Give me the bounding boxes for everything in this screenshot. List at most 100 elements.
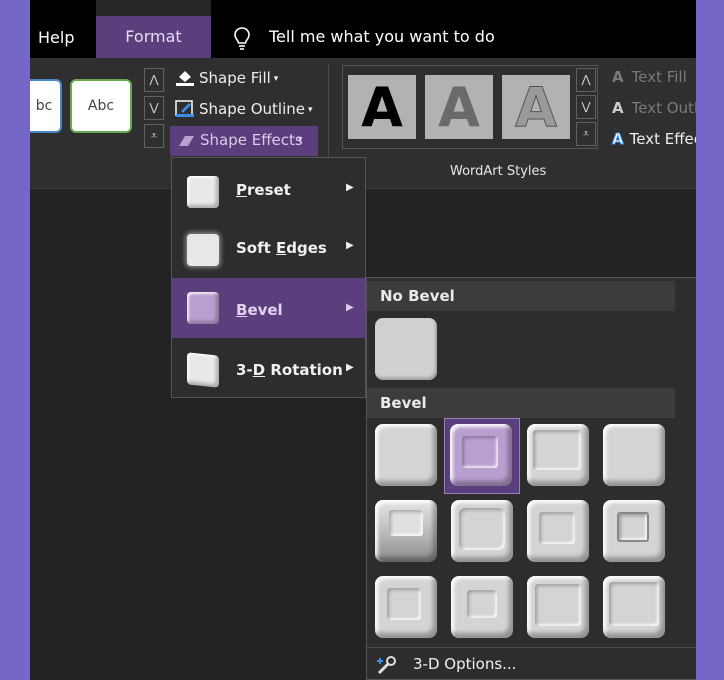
preset-icon (187, 176, 219, 208)
bevel-option-cool-slant[interactable] (603, 424, 665, 486)
caret-down-icon: ▾ (308, 105, 313, 115)
text-fill-button[interactable]: A Text Fill (612, 68, 687, 86)
text-fill-icon: A (612, 68, 624, 86)
caret-down-icon: ▾ (273, 74, 279, 84)
bevel-option-divot[interactable] (375, 576, 437, 638)
text-fill-label: Text Fill (631, 68, 687, 86)
bevel-header: Bevel (367, 388, 675, 418)
bevel-inner (459, 508, 505, 550)
styles-more-button[interactable]: ⩡ (144, 124, 164, 148)
caret-down-icon: ▾ (298, 135, 303, 145)
soft-edges-icon (187, 234, 219, 266)
label-rest: dges (286, 239, 327, 257)
shape-outline-button[interactable]: Shape Outline ▾ (175, 99, 313, 118)
ribbon-tab-bar: Help Format Tell me what you want to do (30, 0, 696, 58)
bevel-option-circle[interactable] (375, 424, 437, 486)
shape-fill-label: Shape Fill (199, 69, 271, 87)
bevel-inner (609, 582, 659, 626)
lightbulb-icon (234, 27, 250, 50)
text-effects-label: Text Effec (629, 130, 696, 148)
shape-effects-icon (179, 136, 194, 146)
3d-options-item[interactable]: 3-D Options... (375, 653, 689, 679)
chevron-up-icon: ⋀ (581, 73, 591, 86)
no-bevel-header: No Bevel (367, 281, 675, 311)
tab-help[interactable]: Help (38, 0, 74, 58)
shape-fill-button[interactable]: Shape Fill ▾ (175, 68, 278, 87)
wordart-style-gray[interactable]: A (425, 75, 493, 139)
bevel-option-riblet[interactable] (451, 576, 513, 638)
more-icon: ⩡ (582, 127, 590, 140)
wordart-letter: A (515, 75, 558, 139)
submenu-arrow-icon: ▶ (346, 240, 354, 251)
shape-style-preview-1[interactable]: bc (30, 79, 62, 133)
bevel-inner (535, 584, 581, 626)
bevel-option-angle[interactable] (375, 500, 437, 562)
accelerator-key: E (276, 239, 287, 257)
submenu-arrow-icon: ▶ (346, 182, 354, 193)
wordart-styles-group-label: WordArt Styles (450, 164, 547, 179)
bevel-option-slope[interactable] (603, 500, 665, 562)
bevel-option-relaxed-inset-selected[interactable] (444, 418, 520, 494)
menu-item-bevel[interactable]: Bevel ▶ (172, 278, 365, 338)
accelerator-key: P (236, 181, 247, 199)
wordart-scroll-up-button[interactable]: ⋀ (576, 68, 596, 92)
text-outline-button[interactable]: A Text Outl (612, 99, 696, 117)
wordart-scroll-down-button[interactable]: ⋁ (576, 95, 596, 119)
bevel-option-soft-round[interactable] (451, 500, 513, 562)
label-rest: Rotation (265, 361, 343, 379)
menu-item-3d-rotation[interactable]: 3-D Rotation ▶ (172, 340, 365, 398)
tell-me-search[interactable]: Tell me what you want to do (269, 27, 495, 46)
text-effects-button[interactable]: A Text Effec (612, 130, 696, 149)
menu-item-label: Preset (236, 181, 291, 199)
shape-effects-button[interactable]: Shape Effects ▾ (170, 126, 318, 156)
shape-style-preview-2[interactable]: Abc (70, 79, 132, 133)
label-pre: 3- (236, 361, 253, 379)
text-effects-icon: A (612, 130, 625, 149)
bevel-option-convex[interactable] (527, 500, 589, 562)
bevel-inner (533, 430, 581, 470)
bevel-option-art-deco[interactable] (603, 576, 665, 638)
tab-format[interactable]: Format (96, 0, 211, 58)
bevel-option-cross[interactable] (527, 424, 589, 486)
bevel-inner (617, 512, 649, 542)
bevel-option-hard-edge[interactable] (527, 576, 589, 638)
style-preview-text: bc (35, 98, 53, 114)
wordart-style-outline[interactable]: A (502, 75, 570, 139)
bevel-inner (467, 590, 497, 618)
submenu-arrow-icon: ▶ (346, 302, 354, 313)
bevel-inner (387, 588, 421, 620)
wordart-style-black[interactable]: A (348, 75, 416, 139)
accelerator-key: D (252, 361, 266, 379)
paint-bucket-icon (176, 71, 194, 86)
bevel-icon (187, 292, 219, 324)
menu-item-label: Soft Edges (236, 239, 327, 257)
3d-rotation-icon (187, 352, 219, 388)
text-outline-label: Text Outl (631, 99, 696, 117)
chevron-down-icon: ⋁ (581, 100, 591, 113)
app-window: Help Format Tell me what you want to do … (30, 0, 696, 680)
wordart-more-button[interactable]: ⩡ (576, 122, 596, 146)
chevron-up-icon: ⋀ (149, 73, 159, 86)
text-outline-icon: A (612, 99, 624, 117)
bevel-inner (462, 436, 498, 468)
menu-item-label: Bevel (236, 301, 283, 319)
shape-effects-menu: Preset ▶ Soft Edges ▶ Bevel ▶ 3-D Rotati… (171, 157, 366, 398)
bevel-inner (389, 510, 423, 536)
bevel-option-none[interactable] (375, 318, 437, 380)
style-preview-text: Abc (87, 98, 115, 114)
ribbon-group-separator (328, 64, 329, 164)
shape-outline-label: Shape Outline (199, 100, 306, 118)
label-rest: evel (247, 301, 283, 319)
menu-item-preset[interactable]: Preset ▶ (172, 162, 365, 220)
wordart-letter: A (438, 75, 480, 139)
styles-scroll-up-button[interactable]: ⋀ (144, 68, 164, 92)
bevel-submenu: No Bevel Bevel 3-D Options... (366, 277, 696, 680)
submenu-arrow-icon: ▶ (346, 362, 354, 373)
chevron-down-icon: ⋁ (149, 101, 159, 114)
shape-effects-label: Shape Effects (200, 131, 303, 149)
bevel-inner (539, 512, 575, 544)
styles-scroll-down-button[interactable]: ⋁ (144, 96, 164, 120)
menu-item-soft-edges[interactable]: Soft Edges ▶ (172, 220, 365, 278)
label-pre: Soft (236, 239, 277, 257)
label-rest: reset (247, 181, 291, 199)
